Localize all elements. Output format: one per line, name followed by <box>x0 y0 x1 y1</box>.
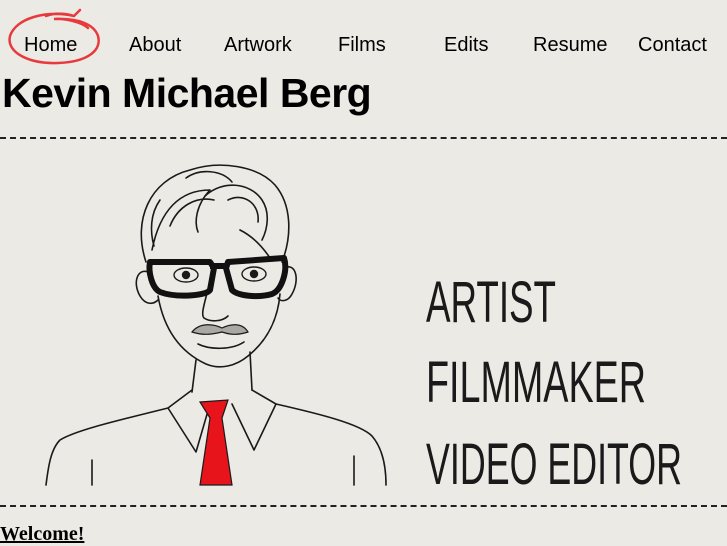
nav-about[interactable]: About <box>129 34 181 57</box>
mustache-icon <box>190 324 249 335</box>
nav-films[interactable]: Films <box>338 34 386 57</box>
site-title: Kevin Michael Berg <box>2 70 372 116</box>
hero-line-filmmaker: FILMMAKER <box>426 350 646 415</box>
hero-line-artist: ARTIST <box>426 270 556 335</box>
main-navigation: Home About Artwork Films Edits Resume Co… <box>0 0 727 80</box>
nav-contact[interactable]: Contact <box>638 34 707 57</box>
hero-banner: ARTIST FILMMAKER VIDEO EDITOR <box>45 164 682 497</box>
nav-artwork[interactable]: Artwork <box>224 34 292 57</box>
welcome-heading: Welcome! <box>0 523 85 545</box>
nav-edits[interactable]: Edits <box>444 34 488 57</box>
red-tie-icon <box>198 399 233 486</box>
hero-line-video-editor: VIDEO EDITOR <box>426 432 682 497</box>
divider-top <box>0 137 727 139</box>
nav-home[interactable]: Home <box>24 34 77 57</box>
divider-bottom <box>0 505 727 507</box>
nav-resume[interactable]: Resume <box>533 34 607 57</box>
eyes-icon <box>173 266 267 283</box>
